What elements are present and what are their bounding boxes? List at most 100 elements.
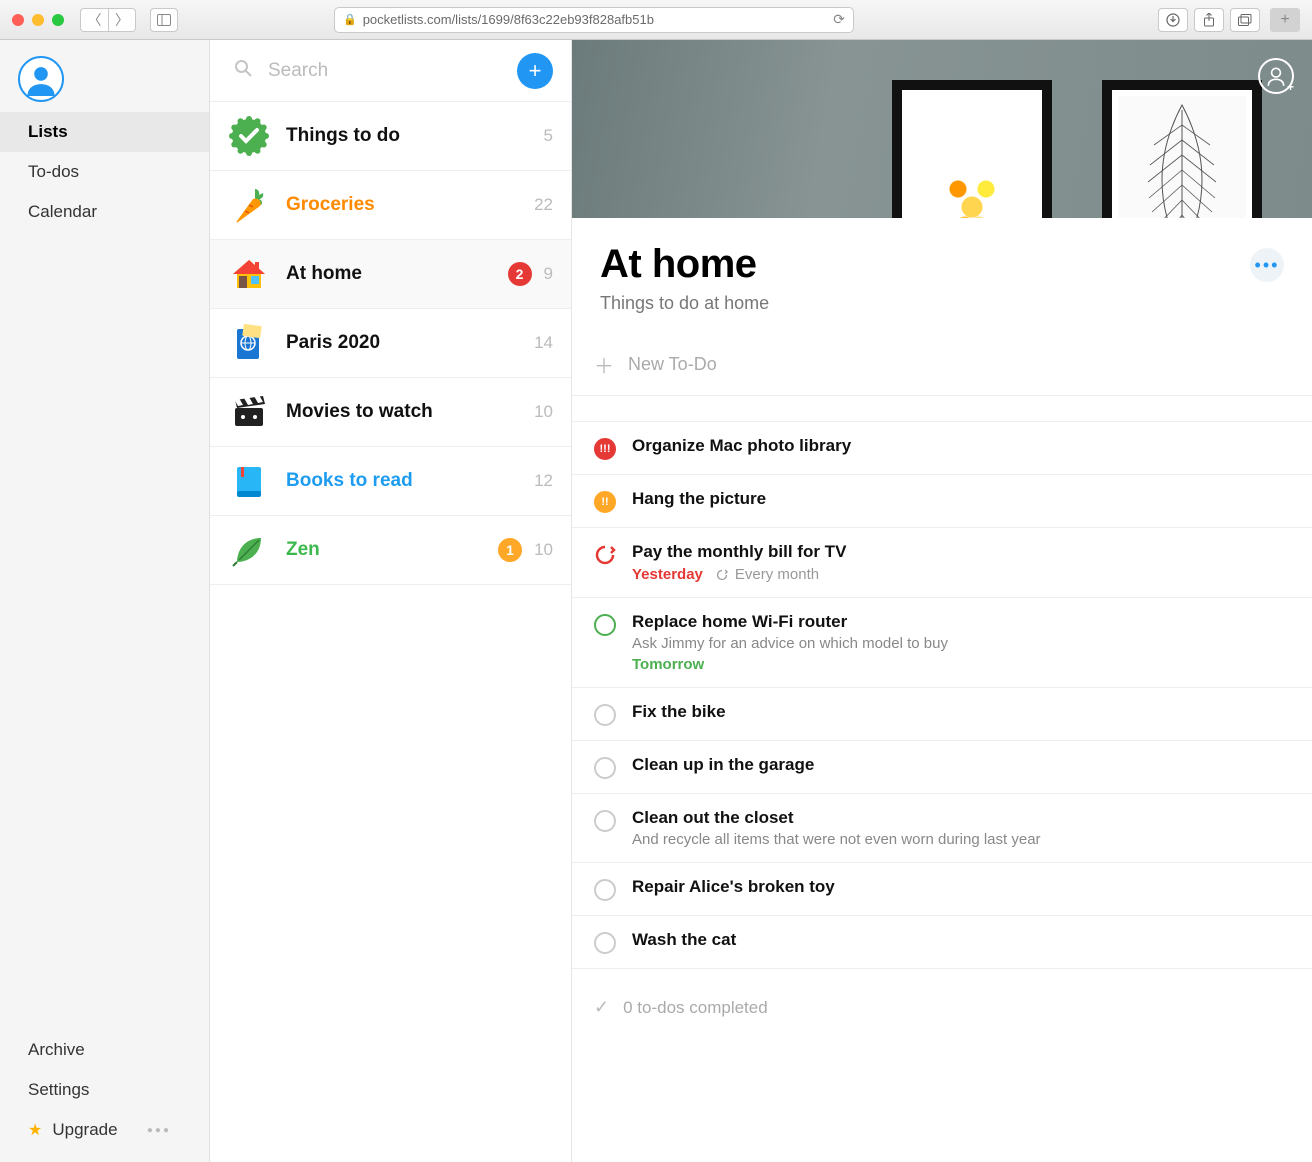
url-text: pocketlists.com/lists/1699/8f63c22eb93f8…	[363, 12, 654, 27]
list-item-title: At home	[286, 263, 508, 285]
leaf-icon	[228, 529, 270, 571]
list-item[interactable]: Zen 110	[210, 516, 571, 585]
list-count: 22	[534, 195, 553, 215]
sidebar-toggle-button[interactable]	[150, 8, 178, 32]
hero-frame-leaf	[1102, 80, 1262, 218]
add-list-button[interactable]: +	[517, 53, 553, 89]
todo-checkbox[interactable]	[594, 810, 616, 832]
list-title-heading: At home	[600, 242, 1250, 287]
plus-icon: ＋	[594, 350, 614, 379]
todo-item[interactable]: !!! Organize Mac photo library	[572, 422, 1312, 475]
todo-checkbox[interactable]	[594, 704, 616, 726]
main-panel: + At home ••• Things to do at home ＋ New…	[572, 40, 1312, 1162]
todo-title: Clean out the closet	[632, 808, 1290, 828]
carrot-icon	[228, 184, 270, 226]
list-subtitle: Things to do at home	[572, 293, 1312, 334]
lock-icon: 🔒	[343, 13, 357, 26]
todo-checkbox[interactable]	[594, 544, 616, 566]
todo-checkbox[interactable]: !!	[594, 491, 616, 513]
new-tab-button[interactable]: +	[1270, 8, 1300, 32]
list-count: 12	[534, 471, 553, 491]
list-item-title: Movies to watch	[286, 401, 526, 423]
todo-item[interactable]: Pay the monthly bill for TV YesterdayEve…	[572, 528, 1312, 598]
list-more-button[interactable]: •••	[1250, 248, 1284, 282]
more-icon[interactable]: ●●●	[147, 1125, 171, 1136]
list-item[interactable]: Things to do 5	[210, 102, 571, 171]
house-icon	[228, 253, 270, 295]
todo-item[interactable]: Replace home Wi-Fi router Ask Jimmy for …	[572, 598, 1312, 688]
nav-archive[interactable]: Archive	[0, 1030, 209, 1070]
list-count: 9	[544, 264, 553, 284]
list-count: 14	[534, 333, 553, 353]
todo-repeat: Every month	[715, 566, 819, 583]
list-item[interactable]: Paris 2020 14	[210, 309, 571, 378]
todo-checkbox[interactable]	[594, 932, 616, 954]
todo-title: Wash the cat	[632, 930, 1290, 950]
todo-item[interactable]: Wash the cat	[572, 916, 1312, 969]
star-icon: ★	[28, 1120, 42, 1140]
nav-upgrade[interactable]: ★ Upgrade ●●●	[0, 1110, 209, 1150]
back-button[interactable]: 〈	[80, 8, 108, 32]
todo-checkbox[interactable]	[594, 879, 616, 901]
badge: 2	[508, 262, 532, 286]
window-controls	[12, 14, 64, 26]
search-icon	[234, 59, 252, 82]
todo-title: Fix the bike	[632, 702, 1290, 722]
completed-summary[interactable]: ✓ 0 to-dos completed	[572, 969, 1312, 1030]
list-item[interactable]: Groceries 22	[210, 171, 571, 240]
lists-column: + Things to do 5 Groceries 22 At home 29…	[210, 40, 572, 1162]
check-icon: ✓	[594, 997, 609, 1018]
todo-checkbox[interactable]	[594, 614, 616, 636]
reload-icon[interactable]: ⟳	[833, 11, 845, 28]
nav-calendar[interactable]: Calendar	[0, 192, 209, 232]
share-button[interactable]	[1194, 8, 1224, 32]
todo-title: Clean up in the garage	[632, 755, 1290, 775]
nav-to-dos[interactable]: To-dos	[0, 152, 209, 192]
list-item-title: Groceries	[286, 194, 526, 216]
list-item-title: Paris 2020	[286, 332, 526, 354]
address-bar[interactable]: 🔒 pocketlists.com/lists/1699/8f63c22eb93…	[334, 7, 854, 33]
todo-title: Organize Mac photo library	[632, 436, 1290, 456]
list-item[interactable]: Books to read 12	[210, 447, 571, 516]
hero-frame-flower	[892, 80, 1052, 218]
todo-due: Tomorrow	[632, 656, 704, 673]
book-icon	[228, 460, 270, 502]
clapper-icon	[228, 391, 270, 433]
new-todo-placeholder: New To-Do	[628, 354, 717, 375]
list-count: 10	[534, 540, 553, 560]
todo-title: Repair Alice's broken toy	[632, 877, 1290, 897]
list-item-title: Books to read	[286, 470, 526, 492]
todo-checkbox[interactable]	[594, 757, 616, 779]
todo-item[interactable]: Fix the bike	[572, 688, 1312, 741]
list-item-title: Things to do	[286, 125, 536, 147]
maximize-window-icon[interactable]	[52, 14, 64, 26]
new-todo-input[interactable]: ＋ New To-Do	[572, 334, 1312, 396]
todo-title: Hang the picture	[632, 489, 1290, 509]
close-window-icon[interactable]	[12, 14, 24, 26]
list-item[interactable]: Movies to watch 10	[210, 378, 571, 447]
todo-title: Pay the monthly bill for TV	[632, 542, 1290, 562]
todo-item[interactable]: Repair Alice's broken toy	[572, 863, 1312, 916]
list-count: 5	[544, 126, 553, 146]
list-item[interactable]: At home 29	[210, 240, 571, 309]
check-icon	[228, 115, 270, 157]
browser-toolbar: 〈 〉 🔒 pocketlists.com/lists/1699/8f63c22…	[0, 0, 1312, 40]
downloads-button[interactable]	[1158, 8, 1188, 32]
todo-note: And recycle all items that were not even…	[632, 831, 1290, 848]
list-item-title: Zen	[286, 539, 498, 561]
nav-settings[interactable]: Settings	[0, 1070, 209, 1110]
plus-icon: +	[1287, 80, 1294, 94]
list-count: 10	[534, 402, 553, 422]
user-avatar[interactable]	[18, 56, 64, 102]
todo-item[interactable]: Clean up in the garage	[572, 741, 1312, 794]
share-user-button[interactable]: +	[1258, 58, 1294, 94]
forward-button[interactable]: 〉	[108, 8, 136, 32]
nav-lists[interactable]: Lists	[0, 112, 209, 152]
tabs-button[interactable]	[1230, 8, 1260, 32]
nav-sidebar: ListsTo-dosCalendar Archive Settings ★ U…	[0, 40, 210, 1162]
todo-item[interactable]: !! Hang the picture	[572, 475, 1312, 528]
todo-item[interactable]: Clean out the closet And recycle all ite…	[572, 794, 1312, 863]
todo-checkbox[interactable]: !!!	[594, 438, 616, 460]
search-input[interactable]	[268, 60, 517, 82]
minimize-window-icon[interactable]	[32, 14, 44, 26]
